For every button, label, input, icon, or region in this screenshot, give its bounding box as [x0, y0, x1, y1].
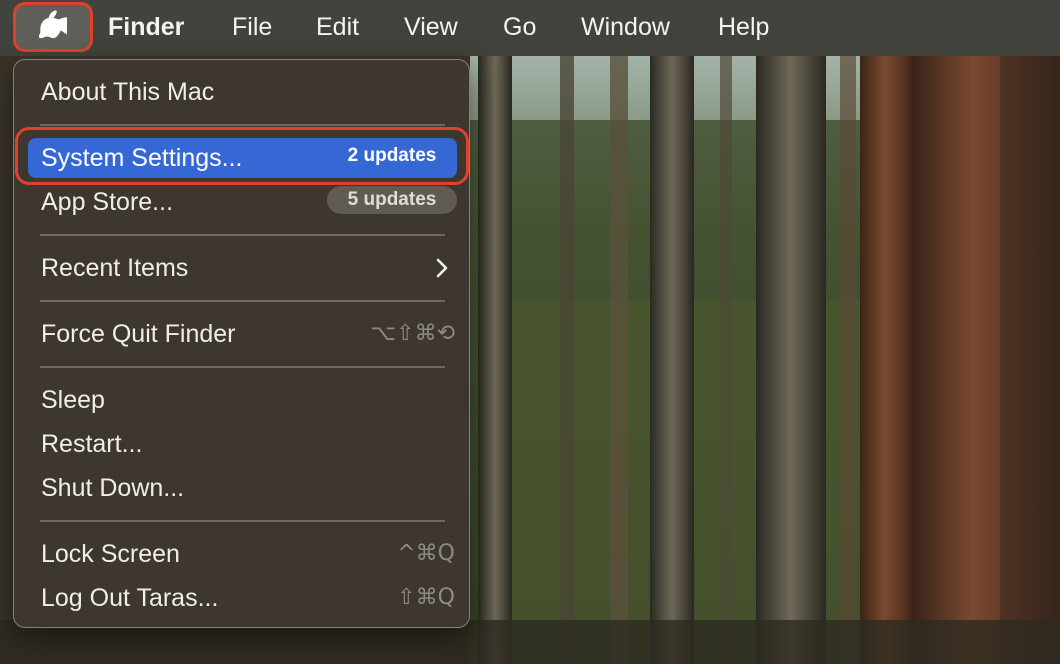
apple-menu-button[interactable]	[13, 2, 93, 52]
menu-item-label: Log Out Taras...	[41, 584, 219, 612]
menu-separator	[40, 234, 445, 236]
menu-item-force-quit-finder[interactable]: Force Quit Finder ⌥⇧⌘⟲	[28, 314, 457, 354]
menu-item-restart[interactable]: Restart...	[28, 424, 457, 464]
chevron-right-icon	[436, 258, 448, 278]
menu-item-sleep[interactable]: Sleep	[28, 380, 457, 420]
menu-separator	[40, 366, 445, 368]
keyboard-shortcut: ^⌘Q	[397, 541, 455, 566]
updates-badge: 5 updates	[327, 186, 457, 214]
menu-separator	[40, 300, 445, 302]
menu-item-label: About This Mac	[41, 78, 215, 106]
menu-go[interactable]: Go	[503, 12, 536, 42]
menu-edit[interactable]: Edit	[316, 12, 359, 42]
menu-item-about-this-mac[interactable]: About This Mac	[28, 72, 457, 112]
menu-item-app-store[interactable]: App Store... 5 updates	[28, 182, 457, 222]
menu-file[interactable]: File	[232, 12, 272, 42]
menu-item-label: Recent Items	[41, 254, 189, 282]
menu-view[interactable]: View	[404, 12, 458, 42]
annotation-highlight-outline	[15, 127, 469, 185]
keyboard-shortcut: ⇧⌘Q	[397, 585, 455, 610]
menu-item-recent-items[interactable]: Recent Items	[28, 248, 457, 288]
menu-item-label: App Store...	[41, 188, 174, 216]
menu-item-label: Force Quit Finder	[41, 320, 236, 348]
menu-separator	[40, 520, 445, 522]
menu-item-label: Restart...	[41, 430, 143, 458]
menu-item-label: Lock Screen	[41, 540, 180, 568]
menu-item-shut-down[interactable]: Shut Down...	[28, 468, 457, 508]
menu-finder[interactable]: Finder	[108, 12, 184, 42]
menu-item-lock-screen[interactable]: Lock Screen ^⌘Q	[28, 534, 457, 574]
menu-item-log-out[interactable]: Log Out Taras... ⇧⌘Q	[28, 578, 457, 618]
menu-bar: Finder File Edit View Go Window Help	[0, 0, 1060, 56]
keyboard-shortcut: ⌥⇧⌘⟲	[370, 321, 455, 346]
menu-help[interactable]: Help	[718, 12, 769, 42]
menu-window[interactable]: Window	[581, 12, 670, 42]
apple-logo-icon	[39, 10, 67, 39]
menu-item-label: Shut Down...	[41, 474, 185, 502]
menu-separator	[40, 124, 445, 126]
menu-item-label: Sleep	[41, 386, 105, 414]
